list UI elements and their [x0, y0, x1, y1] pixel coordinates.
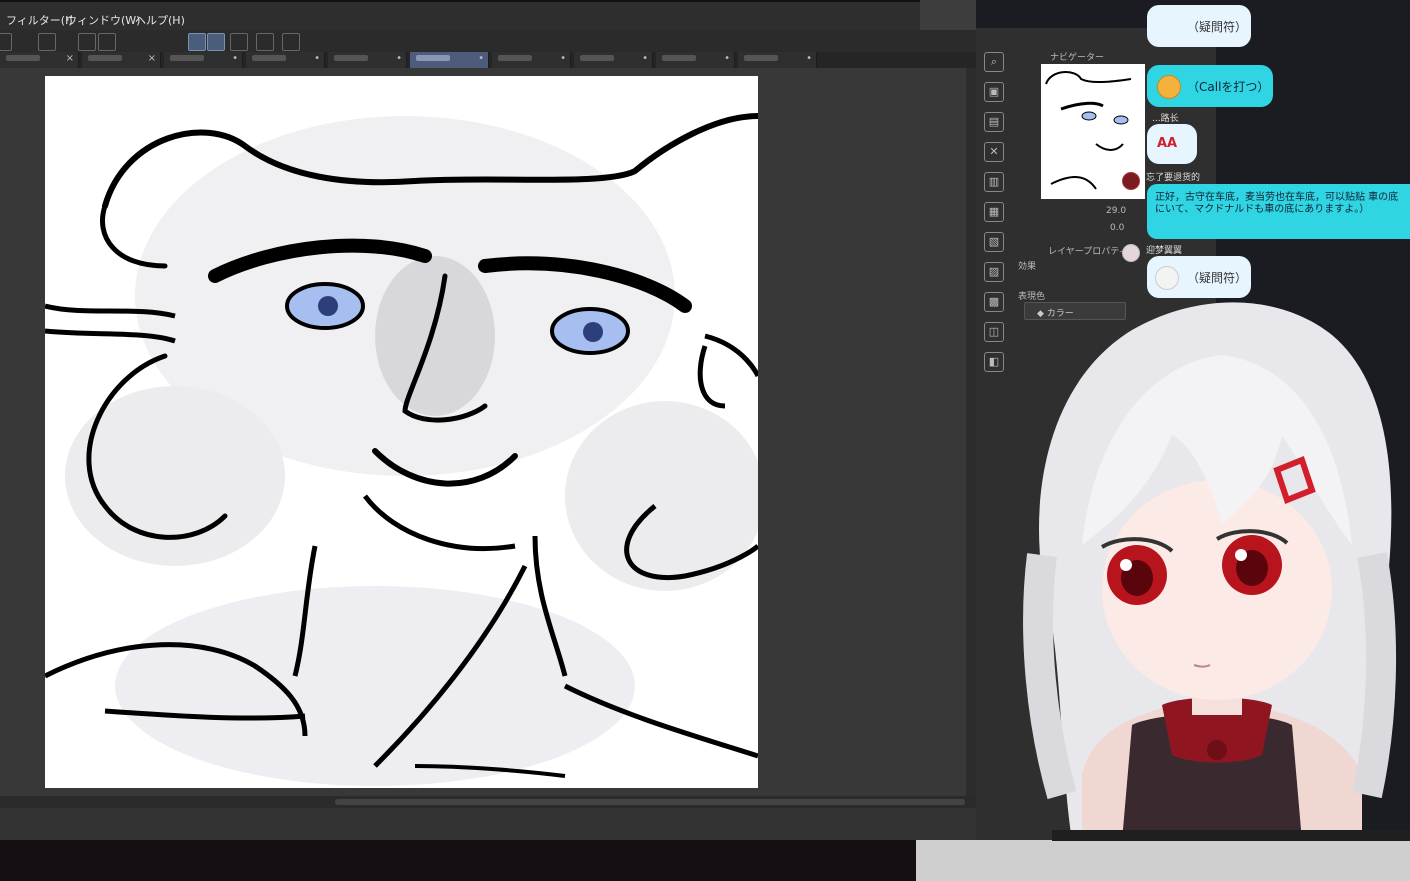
undo-icon[interactable]: [0, 33, 12, 51]
crop-icon[interactable]: [98, 33, 116, 51]
navigator-icon[interactable]: ▣: [984, 82, 1004, 102]
history-icon[interactable]: ▨: [984, 262, 1004, 282]
menu-filter[interactable]: フィルター(I): [6, 12, 73, 28]
chat-username: 忘了要退货的: [1146, 173, 1201, 183]
document-tab[interactable]: •: [656, 52, 735, 68]
material-icon[interactable]: ▦: [984, 202, 1004, 222]
drawing-canvas[interactable]: [45, 76, 758, 788]
vertical-scrollbar[interactable]: [966, 68, 976, 796]
chat-message: （疑問符）: [1147, 256, 1251, 298]
document-tab-active[interactable]: •: [410, 52, 489, 68]
drawing-app-window: フィルター(I) ウィンドウ(W) ヘルプ(H) × × • • • • • •…: [0, 0, 976, 840]
navigator-label: ナビゲーター: [1050, 53, 1105, 63]
tool-bar: [0, 30, 976, 52]
layer-icon[interactable]: [256, 33, 274, 51]
chat-avatar: [1157, 75, 1181, 99]
chat-message-text: （疑問符）: [1187, 271, 1248, 285]
chat-message-text: 正好，古守在车底，麦当劳也在车底，可以贴贴 車の底にいて、マクドナルドも車の底に…: [1155, 192, 1399, 215]
document-tabs: × × • • • • • • • •: [0, 52, 976, 68]
chat-avatar: [1122, 244, 1140, 262]
zoom-value: 29.0: [1106, 206, 1127, 216]
document-tab[interactable]: •: [492, 52, 571, 68]
transform-icon[interactable]: [38, 33, 56, 51]
copy-icon[interactable]: [282, 33, 300, 51]
chat-message-text: AA: [1157, 136, 1178, 151]
layer-panel-icon[interactable]: ▤: [984, 112, 1004, 132]
sub-tool-icon[interactable]: ▥: [984, 172, 1004, 192]
document-tab[interactable]: •: [328, 52, 407, 68]
chat-username: ...路长: [1152, 114, 1179, 124]
chat-message: 正好，古守在车底，麦当劳也在车底，可以贴贴 車の底にいて、マクドナルドも車の底に…: [1147, 184, 1410, 239]
properties-icon[interactable]: ▩: [984, 292, 1004, 312]
document-tab[interactable]: •: [246, 52, 325, 68]
status-bar: [0, 808, 976, 840]
layer-property-label: レイヤープロパティ: [1048, 247, 1128, 257]
menu-help[interactable]: ヘルプ(H): [135, 12, 185, 28]
document-tab[interactable]: ×: [0, 52, 79, 68]
menu-window[interactable]: ウィンドウ(W): [66, 12, 140, 28]
chat-message: （Callを打つ）: [1147, 65, 1273, 107]
zoom-icon[interactable]: ⌕: [984, 52, 1004, 72]
meme-face-drawing: [45, 113, 758, 786]
eraser-icon[interactable]: [230, 33, 248, 51]
document-tab[interactable]: ×: [82, 52, 161, 68]
chat-message: （疑問符）: [1147, 5, 1251, 47]
document-tab[interactable]: •: [164, 52, 243, 68]
color-set-icon[interactable]: ▧: [984, 232, 1004, 252]
desk-background: [916, 840, 1410, 881]
menu-bar: フィルター(I) ウィンドウ(W) ヘルプ(H): [0, 0, 920, 32]
document-tab[interactable]: •: [738, 52, 817, 68]
fill-bucket-icon[interactable]: [78, 33, 96, 51]
chat-message-text: （Callを打つ）: [1187, 80, 1270, 94]
search-panel-icon[interactable]: ◫: [984, 322, 1004, 342]
chat-message: AA: [1147, 124, 1197, 164]
stream-bottom-background: [0, 840, 916, 881]
vtuber-avatar: [1023, 302, 1410, 841]
horizontal-scrollbar[interactable]: [0, 796, 976, 808]
document-tab[interactable]: •: [574, 52, 653, 68]
effect-label: 効果: [1018, 262, 1037, 272]
chat-avatar: [1122, 172, 1140, 190]
close-panel-icon[interactable]: ✕: [984, 142, 1004, 162]
brush-tool-icon[interactable]: [207, 33, 225, 51]
chat-message-text: （疑問符）: [1187, 20, 1248, 34]
chat-username: 迎梦翼翼: [1146, 246, 1183, 256]
info-icon[interactable]: ◧: [984, 352, 1004, 372]
pen-tool-icon[interactable]: [188, 33, 206, 51]
chat-avatar: [1155, 266, 1179, 290]
angle-value: 0.0: [1110, 223, 1125, 233]
